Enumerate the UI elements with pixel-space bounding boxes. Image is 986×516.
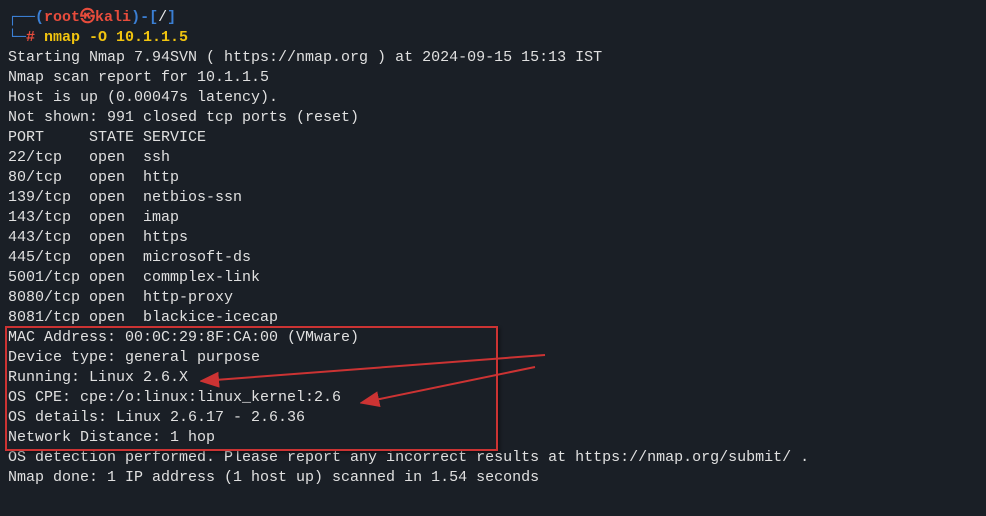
output-header: PORT STATE SERVICE [8, 128, 978, 148]
output-network-distance: Network Distance: 1 hop [8, 428, 978, 448]
output-detection: OS detection performed. Please report an… [8, 448, 978, 468]
prompt-line-2: └─# nmap -O 10.1.1.5 [8, 28, 978, 48]
output-not-shown: Not shown: 991 closed tcp ports (reset) [8, 108, 978, 128]
prompt-line2-open: └─ [8, 29, 26, 46]
prompt-user: root [44, 9, 80, 26]
prompt-end: ] [167, 9, 176, 26]
output-starting: Starting Nmap 7.94SVN ( https://nmap.org… [8, 48, 978, 68]
output-report: Nmap scan report for 10.1.1.5 [8, 68, 978, 88]
port-row: 143/tcp open imap [8, 208, 978, 228]
port-row: 5001/tcp open commplex-link [8, 268, 978, 288]
prompt-host: kali [95, 9, 131, 26]
port-row: 22/tcp open ssh [8, 148, 978, 168]
output-os-cpe: OS CPE: cpe:/o:linux:linux_kernel:2.6 [8, 388, 978, 408]
output-running: Running: Linux 2.6.X [8, 368, 978, 388]
port-row: 8081/tcp open blackice-icecap [8, 308, 978, 328]
prompt-path: / [158, 9, 167, 26]
port-row: 80/tcp open http [8, 168, 978, 188]
prompt-open: ┌──( [8, 9, 44, 26]
prompt-line-1: ┌──(root㉿kali)-[/] [8, 8, 978, 28]
port-row: 445/tcp open microsoft-ds [8, 248, 978, 268]
prompt-close: )-[ [131, 9, 158, 26]
output-os-details: OS details: Linux 2.6.17 - 2.6.36 [8, 408, 978, 428]
port-row: 443/tcp open https [8, 228, 978, 248]
port-row: 139/tcp open netbios-ssn [8, 188, 978, 208]
port-row: 8080/tcp open http-proxy [8, 288, 978, 308]
output-mac: MAC Address: 00:0C:29:8F:CA:00 (VMware) [8, 328, 978, 348]
output-done: Nmap done: 1 IP address (1 host up) scan… [8, 468, 978, 488]
output-host-up: Host is up (0.00047s latency). [8, 88, 978, 108]
prompt-hash: # [26, 29, 35, 46]
skull-icon: ㉿ [80, 9, 95, 26]
command-input[interactable]: nmap -O 10.1.1.5 [35, 29, 188, 46]
output-device-type: Device type: general purpose [8, 348, 978, 368]
